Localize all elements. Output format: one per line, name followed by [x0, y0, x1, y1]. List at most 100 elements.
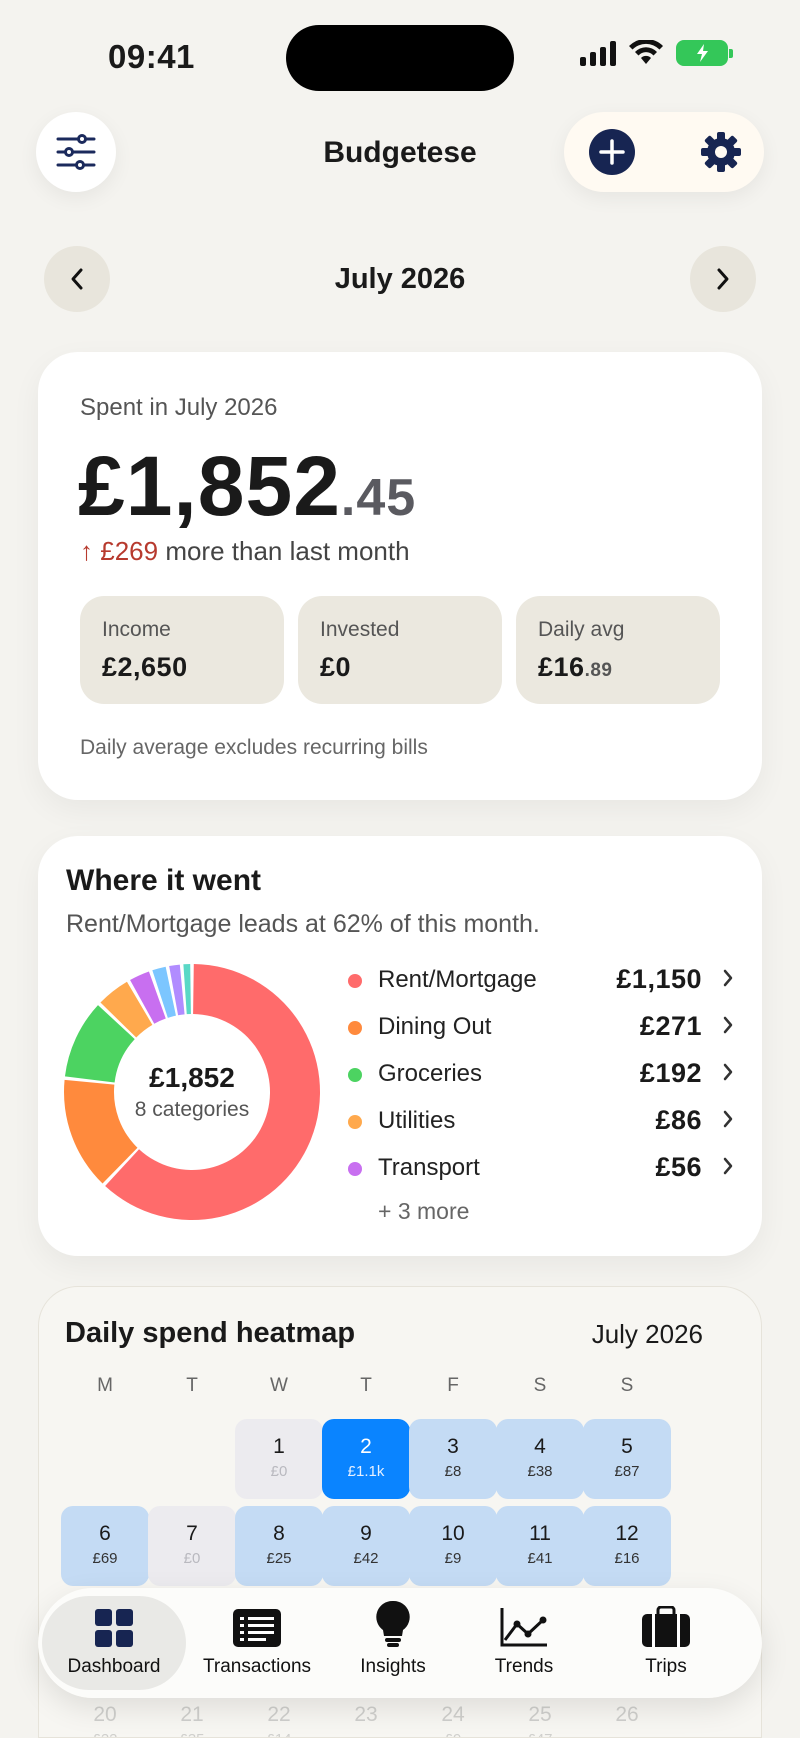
legend-category-amount: £56	[655, 1152, 702, 1182]
legend-row[interactable]: Groceries £192	[348, 1054, 748, 1101]
chevron-right-icon	[723, 1016, 733, 1034]
heatmap-weekday-label: S	[533, 1375, 547, 1396]
heatmap-day-number: 5	[621, 1435, 633, 1458]
legend-row[interactable]: Dining Out £271	[348, 1007, 748, 1054]
category-legend: Rent/Mortgage £1,150 Dining Out £271 Groceri…	[348, 960, 748, 1195]
heatmap-day-amount: £14	[235, 1731, 323, 1737]
chevron-right-icon	[723, 1157, 733, 1175]
heatmap-day-cell[interactable]: 12 £16	[583, 1506, 671, 1586]
heatmap-day-number: 9	[360, 1522, 372, 1545]
heatmap-day-cell[interactable]: 2 £1.1k	[322, 1419, 410, 1499]
heatmap-day-number: 21	[180, 1703, 204, 1726]
tab-dashboard-label: Dashboard	[67, 1656, 161, 1677]
breakdown-title: Where it went	[66, 864, 262, 897]
heatmap-day-amount: £42	[353, 1550, 379, 1567]
cellular-signal-icon	[580, 40, 616, 66]
heatmap-day-cell[interactable]: 1 £0	[235, 1419, 323, 1499]
chevron-right-icon	[717, 268, 729, 290]
tab-insights-label: Insights	[360, 1656, 426, 1677]
donut-center: £1,852 8 categories	[62, 1062, 322, 1122]
wifi-icon	[629, 40, 663, 64]
heatmap-weekday-label: S	[620, 1375, 634, 1396]
heatmap-day-cell[interactable]: 9 £42	[322, 1506, 410, 1586]
heatmap-day-number: 4	[534, 1435, 546, 1458]
invested-stat[interactable]: Invested £0	[298, 596, 502, 704]
list-icon	[233, 1609, 281, 1647]
daily-average-stat[interactable]: Daily avg £16.89	[516, 596, 720, 704]
heatmap-day-number: 2	[360, 1435, 372, 1458]
heatmap-day-cell[interactable]: 10 £9	[409, 1506, 497, 1586]
month-comparison: ↑ £269 more than last month	[80, 536, 410, 567]
heatmap-day-amount: £22	[61, 1731, 149, 1737]
heatmap-day-number: 10	[441, 1522, 465, 1545]
battery-icon	[676, 40, 733, 66]
tab-trends[interactable]: Trends	[470, 1596, 578, 1690]
tab-insights[interactable]: Insights	[338, 1596, 448, 1690]
tab-transactions[interactable]: Transactions	[194, 1596, 320, 1690]
daily-average-value: £16.89	[538, 652, 720, 683]
current-month-label: July 2026	[334, 263, 466, 295]
legend-row[interactable]: Utilities £86	[348, 1101, 748, 1148]
tab-trends-label: Trends	[494, 1656, 554, 1677]
heatmap-day-cell[interactable]: 6 £69	[61, 1506, 149, 1586]
month-navigator: July 2026	[0, 246, 800, 312]
heatmap-day-cell[interactable]: 11 £41	[496, 1506, 584, 1586]
heatmap-day-number: 25	[528, 1703, 552, 1726]
chevron-right-icon	[723, 1110, 733, 1128]
legend-category-name: Groceries	[378, 1060, 483, 1087]
heatmap-day-amount: £0	[270, 1463, 288, 1480]
next-month-button[interactable]	[690, 246, 756, 312]
donut-slice-other-3[interactable]	[183, 964, 191, 1015]
heatmap-month: July 2026	[591, 1319, 703, 1349]
heatmap-day-cell[interactable]: 5 £87	[583, 1419, 671, 1499]
legend-category-name: Rent/Mortgage	[378, 966, 537, 993]
heatmap-day-cell[interactable]: 4 £38	[496, 1419, 584, 1499]
more-categories-link[interactable]: + 3 more	[378, 1198, 469, 1225]
spent-amount: £1,852.45	[78, 438, 416, 535]
chevron-right-icon	[723, 1063, 733, 1081]
heatmap-day-number: 1	[273, 1435, 285, 1458]
legend-row[interactable]: Transport £56	[348, 1148, 748, 1195]
heatmap-day-amount: £25	[266, 1550, 292, 1567]
legend-category-name: Utilities	[378, 1107, 456, 1134]
gear-icon[interactable]	[700, 131, 742, 173]
legend-category-amount: £271	[639, 1011, 702, 1041]
heatmap-day-number: 22	[267, 1703, 291, 1726]
spent-amount-cents: .45	[340, 469, 417, 527]
income-value: £2,650	[102, 652, 284, 683]
breakdown-subtitle: Rent/Mortgage leads at 62% of this month…	[66, 910, 540, 938]
heatmap-weekday-label: T	[186, 1375, 198, 1396]
comparison-text: more than last month	[165, 536, 410, 566]
heatmap-day-amount: £9	[444, 1550, 462, 1567]
heatmap-day-amount: £38	[527, 1463, 553, 1480]
heatmap-day-number: 3	[447, 1435, 459, 1458]
tab-trips[interactable]: Trips	[610, 1596, 722, 1690]
heatmap-day-cell[interactable]: 3 £8	[409, 1419, 497, 1499]
tab-trips-label: Trips	[645, 1656, 687, 1677]
heatmap-weekday-label: T	[360, 1375, 372, 1396]
heatmap-day-number: 12	[615, 1522, 639, 1545]
legend-color-dot	[348, 1021, 362, 1035]
daily-average-label: Daily avg	[538, 618, 625, 641]
heatmap-day-amount: £0	[183, 1550, 201, 1567]
heatmap-day-cell[interactable]: 7 £0	[148, 1506, 236, 1586]
tab-transactions-label: Transactions	[202, 1656, 312, 1677]
legend-category-name: Transport	[378, 1154, 480, 1181]
income-stat[interactable]: Income £2,650	[80, 596, 284, 704]
heatmap-day-amount: £35	[148, 1731, 236, 1737]
heatmap-day-amount: £69	[92, 1550, 118, 1567]
invested-value: £0	[320, 652, 502, 683]
legend-category-amount: £86	[655, 1105, 702, 1135]
income-value-main: £2,650	[102, 652, 188, 682]
arrow-up-icon: ↑	[80, 536, 93, 566]
plus-circle-icon[interactable]	[588, 128, 636, 176]
legend-row[interactable]: Rent/Mortgage £1,150	[348, 960, 748, 1007]
heatmap-day-number: 24	[441, 1703, 465, 1726]
status-time: 09:41	[108, 38, 195, 75]
tab-bar: Dashboard Transactions Insights Trends T…	[38, 1588, 762, 1698]
tab-dashboard[interactable]: Dashboard	[42, 1596, 186, 1690]
dynamic-island	[286, 25, 514, 91]
heatmap-day-cell[interactable]: 8 £25	[235, 1506, 323, 1586]
heatmap-day-number: 11	[529, 1522, 551, 1545]
heatmap-title: Daily spend heatmap	[65, 1317, 356, 1349]
